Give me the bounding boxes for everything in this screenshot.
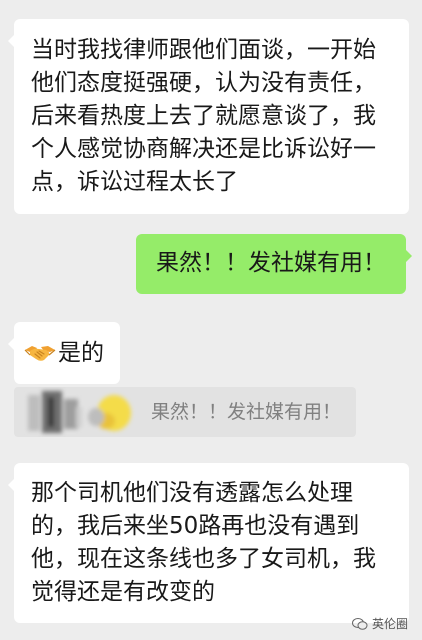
incoming-message-bubble[interactable]: 那个司机他们没有透露怎么处理的，我后来坐50路再也没有遇到他，现在这条线也多了女… <box>8 463 409 623</box>
message-text: 是的 <box>58 340 104 366</box>
quoted-message-text: 果然！！发社媒有用！ <box>151 401 342 423</box>
incoming-message-bubble[interactable]: 当时我找律师跟他们面谈，一开始他们态度挺强硬，认为没有责任，后来看热度上去了就愿… <box>8 19 409 214</box>
message-text: 当时我找律师跟他们面谈，一开始他们态度挺强硬，认为没有责任，后来看热度上去了就愿… <box>31 37 376 195</box>
outgoing-message-bubble[interactable]: 果然！！发社媒有用！ <box>136 234 412 294</box>
blurred-avatar-thumbnail <box>18 387 138 437</box>
watermark-text: 英伦圈 <box>371 617 408 631</box>
wechat-logo-icon <box>351 617 368 630</box>
watermark: 英伦圈 <box>351 615 408 632</box>
quoted-reply[interactable]: 果然！！发社媒有用！ <box>14 387 356 437</box>
handshake-icon <box>24 341 56 365</box>
message-text: 果然！！发社媒有用！ <box>156 250 386 276</box>
incoming-message-bubble[interactable]: 是的 <box>8 322 120 384</box>
message-text: 那个司机他们没有透露怎么处理的，我后来坐50路再也没有遇到他，现在这条线也多了女… <box>31 480 376 605</box>
